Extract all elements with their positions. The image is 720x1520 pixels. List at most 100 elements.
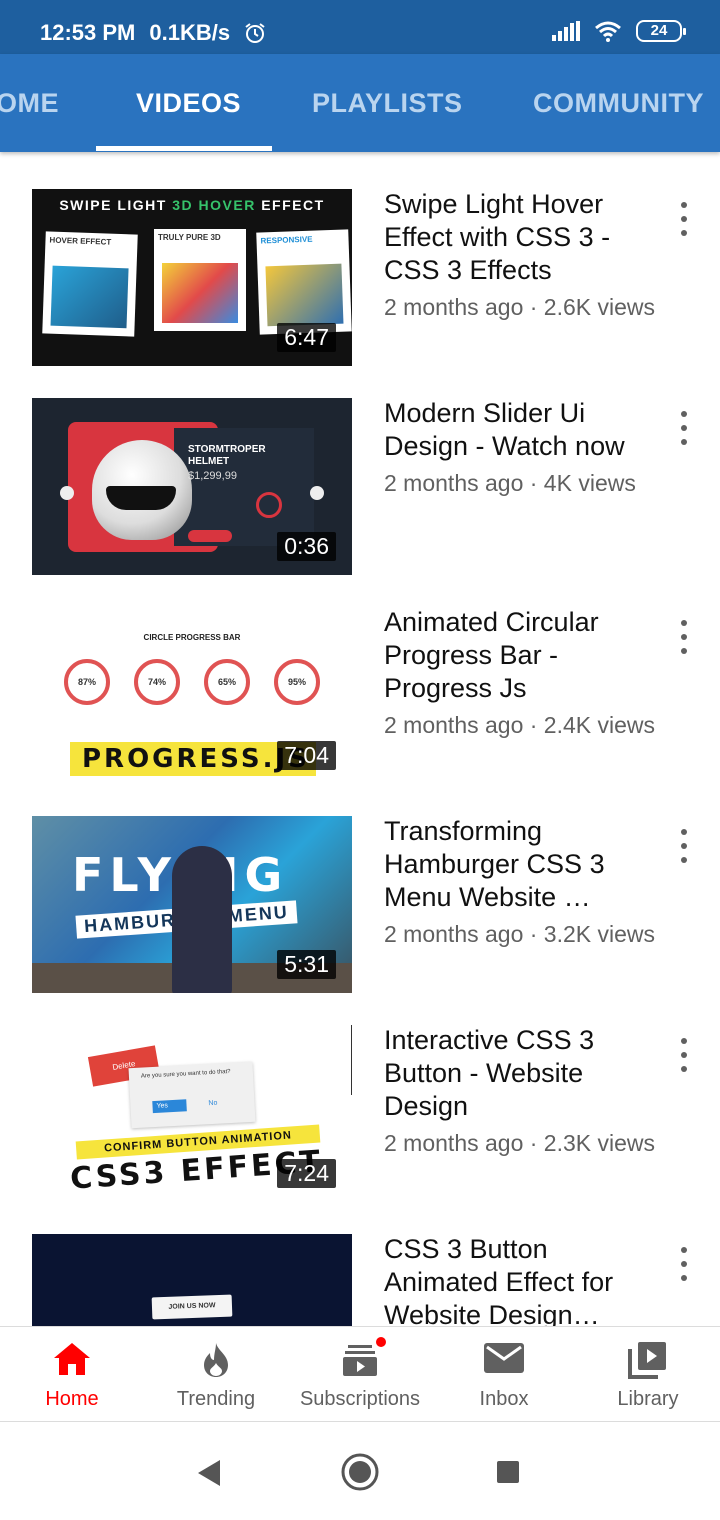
video-thumbnail[interactable]: CIRCLE PROGRESS BAR 87% 74% 65% 95% PROG… bbox=[32, 607, 352, 784]
thumbnail-card: RESPONSIVE bbox=[256, 229, 352, 335]
thumbnail-graphic bbox=[188, 530, 232, 542]
person-graphic bbox=[172, 846, 232, 993]
nav-library-label: Library bbox=[617, 1388, 679, 1410]
thumbnail-text: RESPONSIVE bbox=[260, 234, 313, 246]
nav-trending[interactable]: Trending bbox=[144, 1327, 288, 1423]
video-thumbnail[interactable]: SWIPE LIGHT 3D HOVER EFFECT HOVER EFFECT… bbox=[32, 189, 352, 366]
video-title[interactable]: Animated Circular Progress Bar - Progres… bbox=[384, 606, 654, 705]
tab-home[interactable]: OME bbox=[0, 88, 59, 119]
alarm-icon bbox=[245, 23, 265, 43]
video-thumbnail[interactable]: FLYING HAMBURGER MENU 5:31 bbox=[32, 816, 352, 993]
arrow-left-icon bbox=[60, 486, 74, 500]
list-item[interactable]: JOIN US NOW CSS 3 Button Animated Effect… bbox=[0, 1197, 720, 1326]
thumbnail-graphic bbox=[351, 1025, 352, 1095]
video-meta: 2 months ago · 3.2K views bbox=[384, 921, 656, 947]
video-title[interactable]: Transforming Hamburger CSS 3 Menu Websit… bbox=[384, 815, 654, 914]
thumbnail-text: JOIN US NOW bbox=[151, 1294, 233, 1320]
more-options-icon[interactable] bbox=[672, 202, 696, 236]
more-options-icon[interactable] bbox=[672, 1038, 696, 1072]
video-thumbnail[interactable]: STORMTROPER HELMET $1,299,99 0:36 bbox=[32, 398, 352, 575]
video-duration: 7:24 bbox=[277, 1159, 336, 1188]
nav-inbox[interactable]: Inbox bbox=[432, 1327, 576, 1423]
thumbnail-text: STORMTROPER bbox=[188, 444, 266, 455]
tab-videos[interactable]: VIDEOS bbox=[136, 88, 241, 119]
status-network-speed: 0.1KB/s bbox=[149, 20, 231, 45]
thumbnail-text: No bbox=[208, 1099, 218, 1108]
video-meta: 2 months ago · 2.3K views bbox=[384, 1130, 656, 1156]
thumbnail-dialog: Are you sure you want to do that? Yes No bbox=[128, 1061, 256, 1129]
video-title[interactable]: Interactive CSS 3 Button - Website Desig… bbox=[384, 1024, 654, 1123]
progress-circle: 87% bbox=[64, 659, 110, 705]
video-meta: 2 months ago · 2.4K views bbox=[384, 712, 656, 738]
library-icon bbox=[628, 1342, 666, 1379]
status-time: 12:53 PM bbox=[40, 20, 136, 45]
rating-ring bbox=[256, 492, 282, 518]
video-thumbnail[interactable]: Delete Are you sure you want to do that?… bbox=[32, 1025, 352, 1202]
thumbnail-heading: STORMTROPER HELMET bbox=[188, 444, 266, 468]
progress-circle: 95% bbox=[274, 659, 320, 705]
video-duration: 6:47 bbox=[277, 323, 336, 352]
tab-playlists[interactable]: PLAYLISTS bbox=[312, 88, 463, 119]
list-item[interactable]: SWIPE LIGHT 3D HOVER EFFECT HOVER EFFECT… bbox=[0, 152, 720, 366]
thumbnail-text: HELMET bbox=[188, 456, 230, 467]
thumbnail-text: Are you sure you want to do that? bbox=[140, 1068, 231, 1080]
thumbnail-heading: CIRCLE PROGRESS BAR bbox=[143, 633, 241, 642]
video-meta: 2 months ago · 4K views bbox=[384, 470, 636, 496]
more-options-icon[interactable] bbox=[672, 620, 696, 654]
thumbnail-text: 3D HOVER bbox=[172, 197, 256, 213]
more-options-icon[interactable] bbox=[672, 1247, 696, 1281]
more-options-icon[interactable] bbox=[672, 829, 696, 863]
bottom-navigation: Home Trending Subscriptions Inbox Librar… bbox=[0, 1326, 720, 1422]
video-meta: 2 months ago · 2.6K views bbox=[384, 294, 656, 320]
thumbnail-text: EFFECT bbox=[255, 197, 325, 213]
progress-circle: 65% bbox=[204, 659, 250, 705]
video-duration: 5:31 bbox=[277, 950, 336, 979]
system-navigation-bar bbox=[0, 1424, 720, 1520]
recents-icon[interactable] bbox=[496, 1460, 520, 1484]
signal-icon bbox=[552, 21, 580, 41]
subscriptions-icon bbox=[342, 1335, 388, 1377]
thumbnail-text: PROGRESS.JS bbox=[82, 744, 310, 774]
active-tab-indicator bbox=[96, 146, 272, 151]
list-item[interactable]: STORMTROPER HELMET $1,299,99 0:36 Modern… bbox=[0, 361, 720, 575]
new-content-badge bbox=[374, 1335, 388, 1349]
video-list: SWIPE LIGHT 3D HOVER EFFECT HOVER EFFECT… bbox=[0, 152, 720, 1326]
thumbnail-text: TRULY PURE 3D bbox=[158, 233, 221, 242]
video-title[interactable]: CSS 3 Button Animated Effect for Website… bbox=[384, 1233, 654, 1326]
flame-icon bbox=[204, 1343, 228, 1377]
mail-icon bbox=[484, 1343, 524, 1373]
video-title[interactable]: Swipe Light Hover Effect with CSS 3 - CS… bbox=[384, 188, 654, 287]
list-item[interactable]: CIRCLE PROGRESS BAR 87% 74% 65% 95% PROG… bbox=[0, 570, 720, 784]
helmet-graphic bbox=[106, 486, 176, 510]
progress-circle: 74% bbox=[134, 659, 180, 705]
thumbnail-text: HOVER EFFECT bbox=[49, 235, 112, 247]
list-item[interactable]: FLYING HAMBURGER MENU 5:31 Transforming … bbox=[0, 779, 720, 993]
wifi-icon bbox=[595, 21, 621, 42]
thumbnail-card: HOVER EFFECT bbox=[42, 231, 138, 337]
video-title[interactable]: Modern Slider Ui Design - Watch now bbox=[384, 397, 654, 463]
list-item[interactable]: Delete Are you sure you want to do that?… bbox=[0, 988, 720, 1202]
thumbnail-card: TRULY PURE 3D bbox=[154, 229, 246, 331]
nav-inbox-label: Inbox bbox=[479, 1388, 529, 1410]
video-thumbnail[interactable]: JOIN US NOW bbox=[32, 1234, 352, 1326]
thumbnail-heading: SWIPE LIGHT 3D HOVER EFFECT bbox=[32, 197, 352, 213]
home-icon bbox=[54, 1343, 90, 1375]
arrow-right-icon bbox=[310, 486, 324, 500]
more-options-icon[interactable] bbox=[672, 411, 696, 445]
video-duration: 0:36 bbox=[277, 532, 336, 561]
thumbnail-text: Yes bbox=[156, 1102, 169, 1110]
back-icon[interactable] bbox=[196, 1458, 222, 1488]
home-button-icon[interactable] bbox=[340, 1452, 380, 1492]
thumbnail-text: $1,299,99 bbox=[188, 470, 237, 482]
channel-tabs: OME VIDEOS PLAYLISTS COMMUNITY bbox=[0, 54, 720, 152]
tab-community[interactable]: COMMUNITY bbox=[533, 88, 704, 119]
nav-home-label: Home bbox=[45, 1388, 99, 1410]
nav-home[interactable]: Home bbox=[0, 1327, 144, 1423]
nav-library[interactable]: Library bbox=[576, 1327, 720, 1423]
nav-subscriptions[interactable]: Subscriptions bbox=[288, 1327, 432, 1423]
nav-trending-label: Trending bbox=[176, 1388, 256, 1410]
battery-indicator: 24 bbox=[636, 20, 686, 42]
video-duration: 7:04 bbox=[277, 741, 336, 770]
nav-subscriptions-label: Subscriptions bbox=[299, 1388, 421, 1410]
thumbnail-text: SWIPE LIGHT bbox=[59, 197, 173, 213]
